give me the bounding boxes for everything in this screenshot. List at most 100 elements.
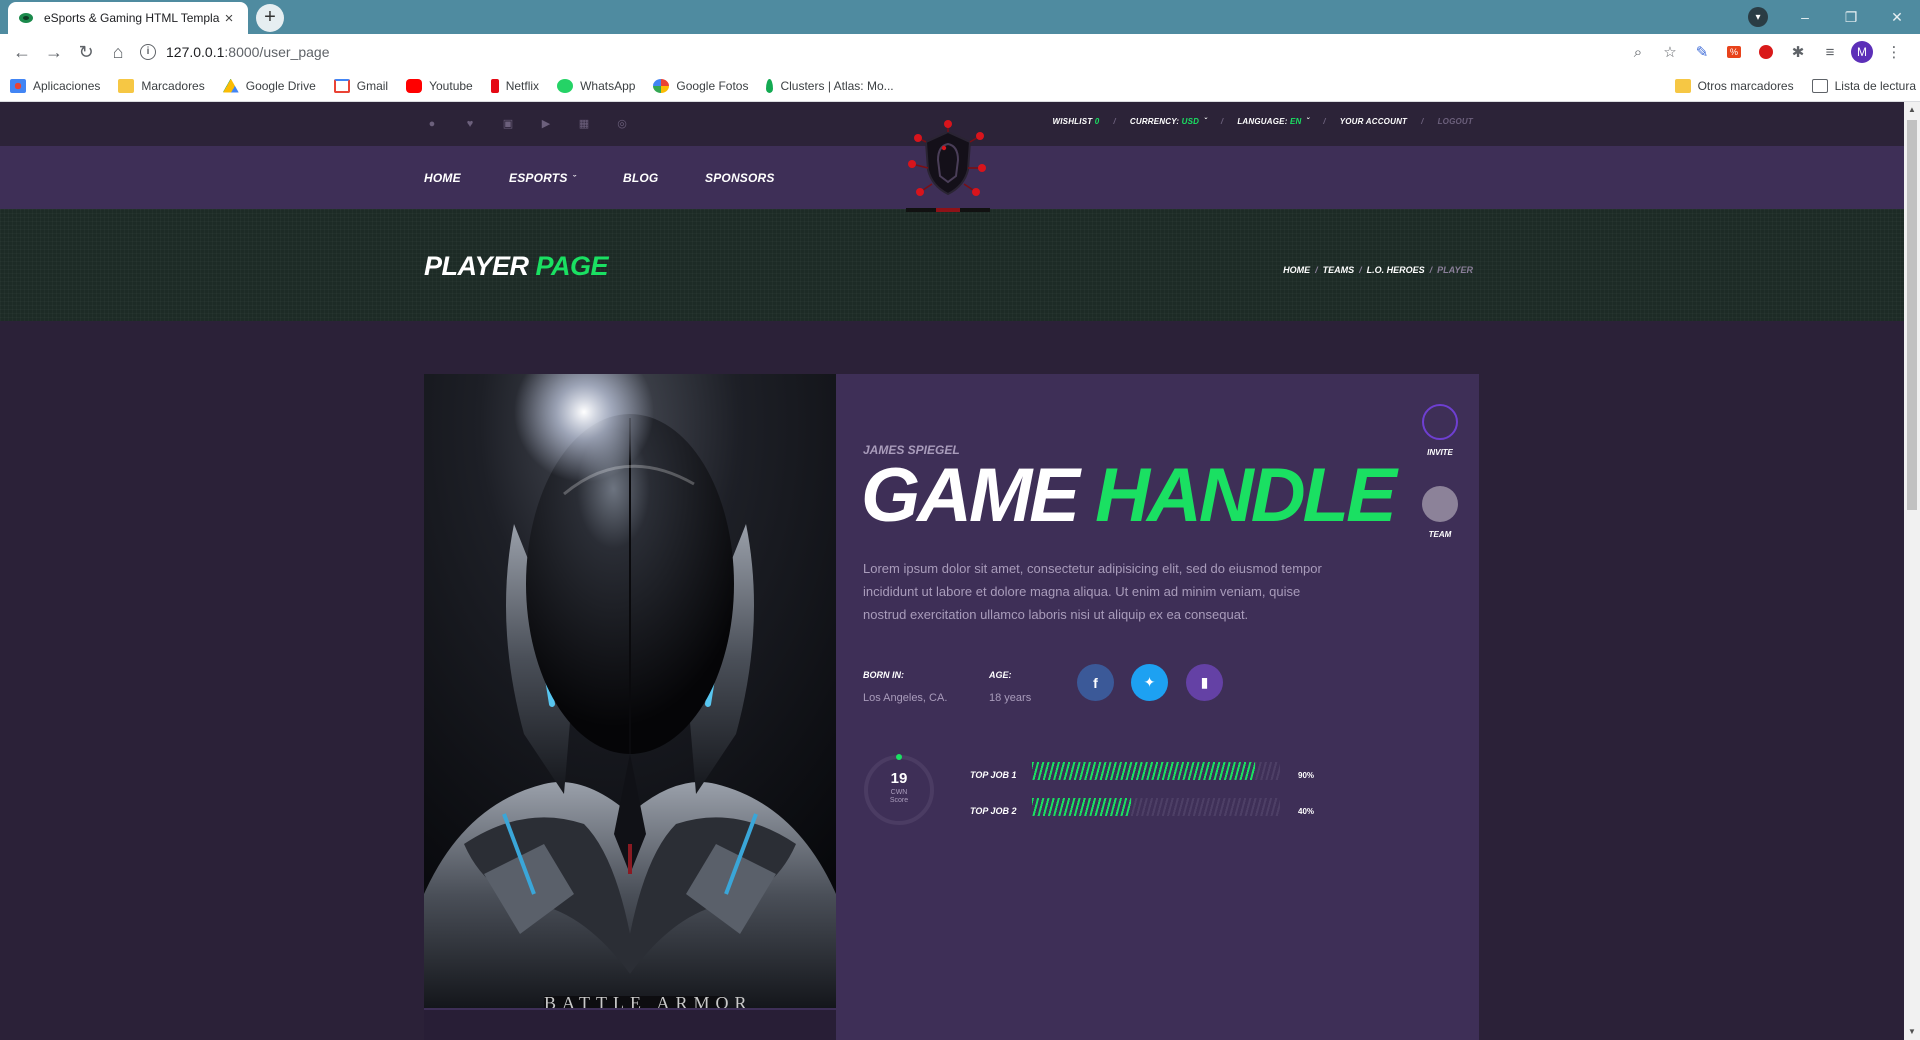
wishlist-link[interactable]: WISHLIST 0 [1053,117,1100,126]
bookmark-mongodb-atlas[interactable]: Clusters | Atlas: Mo... [766,78,894,93]
bookmark-star-icon[interactable]: ☆ [1654,36,1686,68]
language-selector[interactable]: LANGUAGE: EN ˇ [1237,117,1309,126]
portrait-caption: BATTLE ARMOR [544,993,753,1008]
bookmark-google-fotos[interactable]: Google Fotos [653,78,748,93]
page-scrollbar[interactable]: ▲ ▼ [1904,102,1920,1040]
stat-label-top-job-1: TOP JOB 1 [970,770,1017,780]
bookmark-otros-marcadores[interactable]: Otros marcadores [1674,78,1794,93]
invite-button[interactable]: INVITE [1414,404,1466,457]
stat-bar-top-job-2 [1032,798,1280,816]
new-tab-button[interactable]: + [256,4,284,32]
player-handle: GAME HANDLE [861,453,1397,538]
topbar-links: WISHLIST 0 / CURRENCY: USD ˇ / LANGUAGE:… [1053,117,1474,126]
site-logo[interactable] [898,120,998,220]
invite-label: INVITE [1427,448,1453,457]
nav-sponsors[interactable]: SPONSORS [705,171,775,185]
linkedin-icon[interactable]: ▦ [576,116,592,132]
opera-extension-icon[interactable] [1750,36,1782,68]
bookmark-youtube[interactable]: Youtube [406,78,473,93]
breadcrumb-home[interactable]: HOME [1283,265,1310,275]
bookmarks-right: Otros marcadores Lista de lectura [1674,78,1920,93]
media-queue-icon[interactable]: ≡ [1814,36,1846,68]
scrollbar-thumb[interactable] [1907,120,1917,510]
twitch-icon[interactable]: ▣ [500,116,516,132]
menu-kebab-icon[interactable]: ⋮ [1878,36,1910,68]
currency-selector[interactable]: CURRENCY: USD ˇ [1130,117,1207,126]
breadcrumb-separator: / [1315,265,1318,275]
player-facebook-button[interactable]: f [1077,664,1114,701]
facebook-icon[interactable]: ● [424,116,440,132]
player-portrait-image: BATTLE ARMOR [424,374,836,1008]
score-indicator-dot [896,754,902,760]
player-twitter-button[interactable]: ✦ [1131,664,1168,701]
invite-circle-icon [1422,404,1458,440]
bookmark-lista-de-lectura[interactable]: Lista de lectura [1811,78,1916,93]
browser-tab-active[interactable]: eSports & Gaming HTML Templa × [8,2,248,34]
bookmark-apps[interactable]: Aplicaciones [10,78,100,93]
logout-link[interactable]: LOGOUT [1438,117,1473,126]
extensions-puzzle-icon[interactable]: ✱ [1782,36,1814,68]
url-path: :8000/user_page [224,44,330,60]
nav-esports[interactable]: ESPORTS ˇ [509,171,576,185]
stat-value-top-job-2: 40% [1298,807,1315,816]
born-value: Los Angeles, CA. [863,692,948,704]
apps-grid-icon [10,78,26,93]
warrior-shield-logo-icon [906,120,990,212]
chevron-down-icon: ˇ [1303,117,1310,126]
nav-blog[interactable]: BLOG [623,171,658,185]
breadcrumb-separator: / [1429,265,1433,275]
youtube-icon [406,78,423,93]
pen-extension-icon[interactable]: ✎ [1686,36,1718,68]
youtube-icon[interactable]: ▶ [538,116,554,132]
player-card: BATTLE ARMOR JAMES SPIEGEL GAME HANDLE L… [424,374,1479,1040]
url-host: 127.0.0.1 [166,44,225,60]
twitter-icon[interactable]: ♥ [462,116,478,132]
team-label: TEAM [1428,530,1452,539]
page-header-banner: PLAYER PAGE HOME / TEAMS / L.O. HEROES /… [0,209,1904,321]
reload-icon[interactable]: ↻ [70,36,102,68]
address-bar[interactable]: i 127.0.0.1 :8000/user_page [140,38,1622,66]
site-favicon-icon [19,13,33,23]
breadcrumb: HOME / TEAMS / L.O. HEROES / PLAYER [1283,265,1473,275]
divider: / [1113,117,1116,126]
breadcrumb-teams[interactable]: TEAMS [1323,265,1355,275]
page-title: PLAYER PAGE [424,251,609,281]
bookmark-netflix[interactable]: Netflix [490,78,539,93]
tab-close-icon[interactable]: × [220,10,238,27]
player-bio: Lorem ipsum dolor sit amet, consectetur … [863,561,1322,622]
window-controls: ▾ – ❐ ✕ [1748,0,1920,34]
site-info-icon[interactable]: i [140,44,156,60]
browser-toolbar: ← → ↻ ⌂ i 127.0.0.1 :8000/user_page ⌕ ☆ … [0,34,1920,70]
page-viewport: ● ♥ ▣ ▶ ▦ ◎ WISHLIST 0 / CURRENCY: USD ˇ… [0,102,1904,1040]
stat-fill-top-job-2 [1032,798,1132,816]
bookmark-marcadores[interactable]: Marcadores [118,78,205,93]
forward-icon[interactable]: → [38,36,70,68]
back-icon[interactable]: ← [6,36,38,68]
tab-title: eSports & Gaming HTML Templa [44,11,220,25]
breadcrumb-team[interactable]: L.O. HEROES [1367,265,1425,275]
breadcrumb-current: PLAYER [1437,265,1473,275]
player-twitch-button[interactable]: ▮ [1186,664,1223,701]
tab-search-icon[interactable]: ▾ [1748,7,1768,27]
divider: / [1421,117,1424,126]
scroll-up-icon[interactable]: ▲ [1904,102,1920,118]
bookmark-gmail[interactable]: Gmail [333,78,388,93]
discount-extension-icon[interactable]: % [1718,36,1750,68]
zoom-icon[interactable]: ⌕ [1622,36,1654,68]
browser-tabstrip: eSports & Gaming HTML Templa × + ▾ – ❐ ✕ [0,0,1920,34]
minimize-icon[interactable]: – [1782,9,1828,25]
scroll-down-icon[interactable]: ▼ [1904,1024,1920,1040]
instagram-icon[interactable]: ◎ [614,116,630,132]
bookmark-google-drive[interactable]: Google Drive [222,78,316,93]
home-icon[interactable]: ⌂ [102,36,134,68]
restore-icon[interactable]: ❐ [1828,9,1874,26]
profile-avatar[interactable]: M [1846,36,1878,68]
nav-home[interactable]: HOME [424,171,461,185]
twitch-icon: ▮ [1200,674,1209,690]
your-account-link[interactable]: YOUR ACCOUNT [1340,117,1407,126]
chevron-down-icon: ˇ [1201,117,1207,126]
bookmark-whatsapp[interactable]: WhatsApp [557,78,635,93]
team-button[interactable]: TEAM [1414,486,1466,539]
portrait-footer-bar [424,1010,836,1040]
close-window-icon[interactable]: ✕ [1874,9,1920,26]
